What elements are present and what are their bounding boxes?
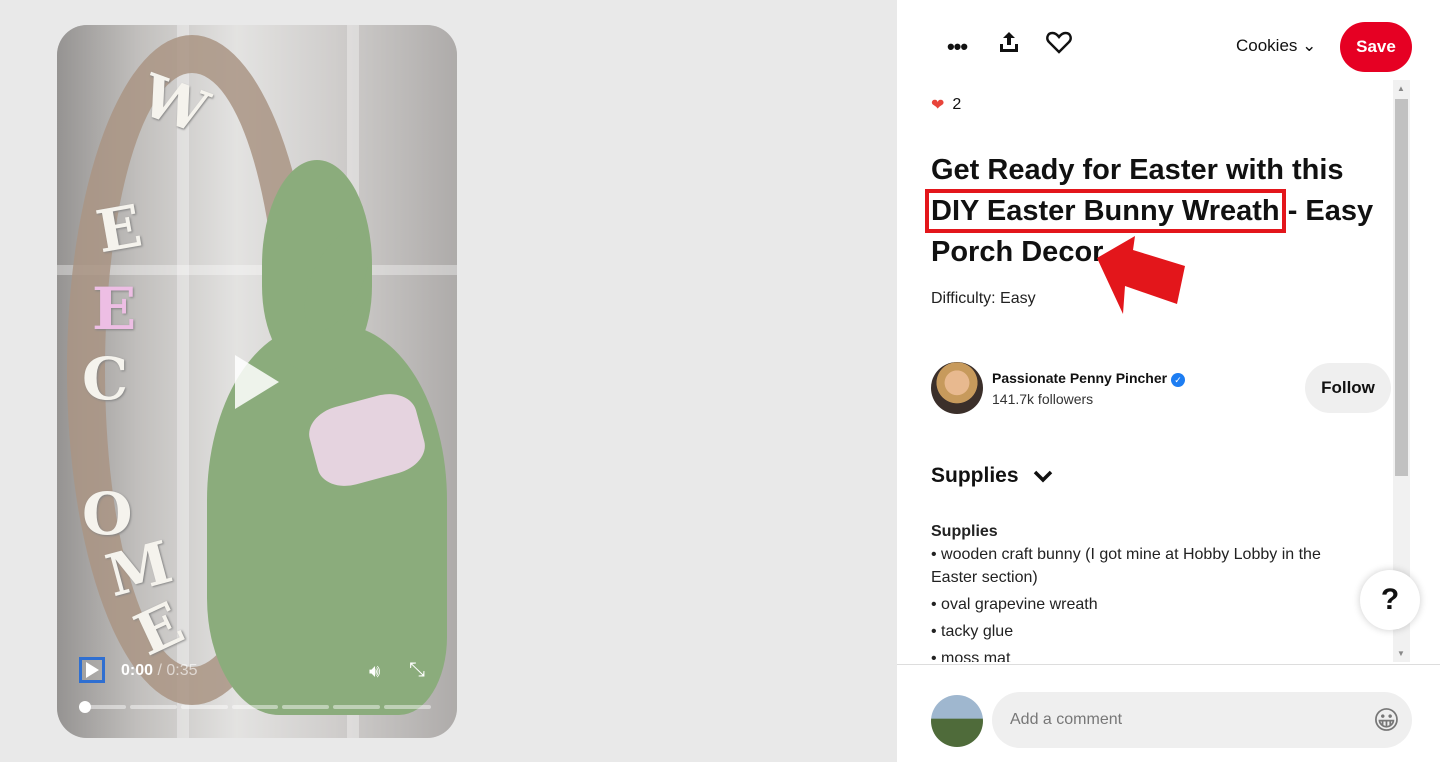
board-name: Cookies xyxy=(1236,36,1298,55)
progress-handle[interactable] xyxy=(79,701,91,713)
heart-reaction-icon: ❤ xyxy=(931,97,945,114)
pin-detail-panel: ••• Cookies ⌄ Save ❤ 2 Get Ready for East… xyxy=(897,0,1440,762)
comment-placeholder: Add a comment xyxy=(1010,711,1123,728)
supply-item: • moss mat xyxy=(931,650,1011,662)
follow-button[interactable]: Follow xyxy=(1305,363,1391,413)
supply-item: • wooden craft bunny (I got mine at Hobb… xyxy=(931,546,1321,586)
user-avatar[interactable] xyxy=(931,695,983,747)
author-name[interactable]: Passionate Penny Pincher xyxy=(992,370,1167,386)
difficulty: Difficulty: Easy xyxy=(931,290,1036,307)
comment-input[interactable]: Add a comment 😀 xyxy=(992,692,1412,748)
ellipsis-icon[interactable]: ••• xyxy=(940,30,974,64)
supplies-heading: Supplies xyxy=(931,523,998,540)
verified-icon: ✓ xyxy=(1171,373,1186,387)
supply-item: • tacky glue xyxy=(931,623,1014,640)
supply-item: • oval grapevine wreath xyxy=(931,596,1098,613)
chevron-down-icon: ⌄ xyxy=(1302,36,1317,55)
play-button[interactable] xyxy=(79,657,105,683)
play-icon[interactable] xyxy=(235,355,279,409)
annotation-arrow-icon xyxy=(1097,236,1185,314)
upload-icon[interactable] xyxy=(992,30,1026,64)
reaction-count: 2 xyxy=(952,96,962,113)
supplies-list: Supplies • wooden craft bunny (I got min… xyxy=(931,520,1371,662)
save-button[interactable]: Save xyxy=(1340,22,1412,72)
chevron-down-icon xyxy=(1033,470,1052,483)
comment-bar: Add a comment 😀 xyxy=(897,664,1440,762)
video-player[interactable]: W E E C O M E 0:00 / 0:35 🔊︎ ⤡ xyxy=(57,25,457,738)
follower-count: 141.7k followers xyxy=(992,391,1094,407)
pin-toolbar: ••• Cookies ⌄ Save xyxy=(897,0,1440,80)
duration: 0:35 xyxy=(166,662,198,679)
supplies-toggle[interactable]: Supplies xyxy=(931,464,1053,488)
title-highlighted-text: DIY Easter Bunny Wreath xyxy=(925,189,1286,233)
heart-outline-icon[interactable] xyxy=(1042,30,1076,64)
video-time: 0:00 / 0:35 xyxy=(121,662,198,680)
fullscreen-icon[interactable]: ⤡ xyxy=(409,659,425,682)
supplies-title: Supplies xyxy=(931,464,1019,487)
time-separator: / xyxy=(153,662,167,679)
current-time: 0:00 xyxy=(121,662,154,679)
board-selector[interactable]: Cookies ⌄ xyxy=(1236,36,1316,56)
pin-content[interactable]: ❤ 2 Get Ready for Easter with this DIY Ea… xyxy=(897,80,1393,662)
title-text: Get Ready for Easter with this xyxy=(931,154,1344,186)
author-info[interactable]: Passionate Penny Pincher ✓ 141.7k followe… xyxy=(992,370,1186,407)
volume-icon[interactable]: 🔊︎ xyxy=(369,661,380,682)
author-avatar[interactable] xyxy=(931,362,983,414)
scrollbar-thumb[interactable] xyxy=(1395,99,1408,476)
help-button[interactable]: ? xyxy=(1360,570,1420,630)
emoji-icon[interactable]: 😀 xyxy=(1373,705,1400,735)
video-progress-bar[interactable] xyxy=(79,705,432,709)
reactions[interactable]: ❤ 2 xyxy=(931,95,961,115)
